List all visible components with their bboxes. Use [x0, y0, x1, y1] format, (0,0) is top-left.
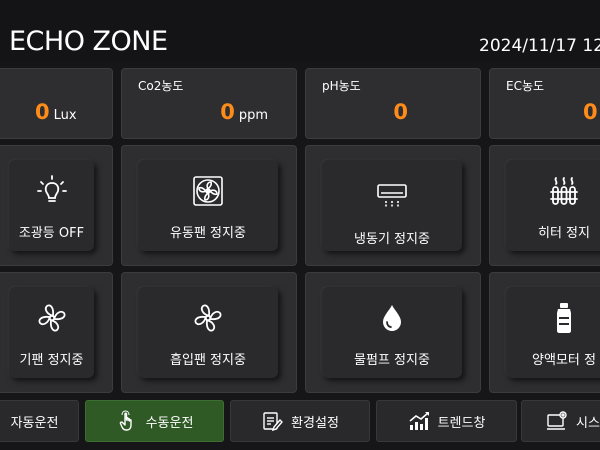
- control-card-refrigerator[interactable]: 냉동기 정지중: [305, 145, 481, 266]
- datetime-display: 2024/11/17 12:: [479, 36, 600, 56]
- sensor-label: EC농도: [506, 79, 545, 93]
- control-button[interactable]: 냉동기 정지중: [322, 160, 462, 251]
- fan-icon: [191, 301, 225, 335]
- sensor-unit: ppm: [238, 108, 268, 123]
- control-card-intake-fan[interactable]: 흡입팬 정지중: [121, 272, 297, 393]
- sensor-value-ec: 0r: [583, 100, 600, 124]
- control-button[interactable]: 물펌프 정지중: [322, 287, 462, 378]
- control-button[interactable]: 기팬 정지중: [9, 287, 94, 378]
- sensor-number: 0: [220, 100, 235, 124]
- heater-icon: [547, 174, 581, 208]
- control-label: 냉동기 정지중: [354, 232, 430, 247]
- header-bar: ECHO ZONE 2024/11/17 12:: [0, 0, 600, 62]
- water-drop-icon: [375, 301, 409, 335]
- sensor-number: 0: [583, 100, 598, 124]
- control-card-exhaust-fan[interactable]: 기팬 정지중: [0, 272, 113, 393]
- nav-button-environment-settings[interactable]: 환경설정: [230, 400, 370, 442]
- sensor-value-ph: 0: [393, 100, 412, 124]
- fan-icon: [35, 301, 69, 335]
- nav-button-trend-window[interactable]: 트렌드창: [376, 400, 517, 442]
- sensor-unit: Lux: [53, 108, 77, 123]
- nav-button-auto-mode[interactable]: 자동운전: [0, 400, 79, 442]
- bottle-icon: [547, 301, 581, 335]
- nav-label: 자동운전: [10, 415, 59, 431]
- sensor-number: 0: [35, 100, 50, 124]
- control-label: 흡입팬 정지중: [170, 353, 246, 368]
- sensor-card-co2: Co2농도 0 ppm: [121, 68, 297, 139]
- app-title: ECHO ZONE: [9, 26, 168, 57]
- control-label: 유동팬 정지중: [170, 226, 246, 241]
- control-button[interactable]: 양액모터 정: [506, 287, 600, 378]
- control-label: 조광등 OFF: [18, 226, 85, 241]
- control-label: 히터 정지: [538, 226, 590, 241]
- control-label: 기팬 정지중: [19, 353, 84, 368]
- trend-chart-icon: [408, 410, 430, 432]
- control-card-dimmer-light[interactable]: 조광등 OFF: [0, 145, 113, 266]
- control-button[interactable]: 유동팬 정지중: [138, 160, 278, 251]
- sensor-card-ec: EC농도 0r: [489, 68, 600, 139]
- sensor-value-lux: 0 Lux: [35, 100, 77, 124]
- nav-button-system[interactable]: 시스: [521, 400, 600, 442]
- nav-label: 트렌드창: [437, 415, 486, 431]
- monitor-settings-icon: [546, 410, 568, 432]
- control-label: 물펌프 정지중: [354, 353, 430, 368]
- sensor-number: 0: [393, 100, 408, 124]
- hand-pointer-icon: [116, 410, 138, 432]
- nav-label: 시스: [576, 415, 600, 431]
- sensor-label: pH농도: [322, 79, 361, 93]
- clipboard-edit-icon: [261, 410, 284, 432]
- light-bulb-icon: [35, 174, 69, 208]
- sensor-card-lux: 0 Lux: [0, 68, 113, 139]
- circulation-fan-icon: [191, 174, 225, 208]
- control-button[interactable]: 히터 정지: [506, 160, 600, 251]
- sensor-card-ph: pH농도 0: [305, 68, 481, 139]
- air-conditioner-icon: [375, 180, 409, 214]
- control-card-nutrient-motor[interactable]: 양액모터 정: [489, 272, 600, 393]
- nav-button-manual-mode[interactable]: 수동운전: [85, 400, 224, 442]
- sensor-value-co2: 0 ppm: [220, 100, 268, 124]
- control-label: 양액모터 정: [532, 353, 596, 368]
- control-card-circulation-fan[interactable]: 유동팬 정지중: [121, 145, 297, 266]
- control-card-heater[interactable]: 히터 정지: [489, 145, 600, 266]
- control-button[interactable]: 조광등 OFF: [9, 160, 94, 251]
- nav-label: 수동운전: [145, 415, 194, 431]
- nav-label: 환경설정: [291, 415, 339, 431]
- control-button[interactable]: 흡입팬 정지중: [138, 287, 278, 378]
- sensor-label: Co2농도: [138, 79, 184, 93]
- control-card-water-pump[interactable]: 물펌프 정지중: [305, 272, 481, 393]
